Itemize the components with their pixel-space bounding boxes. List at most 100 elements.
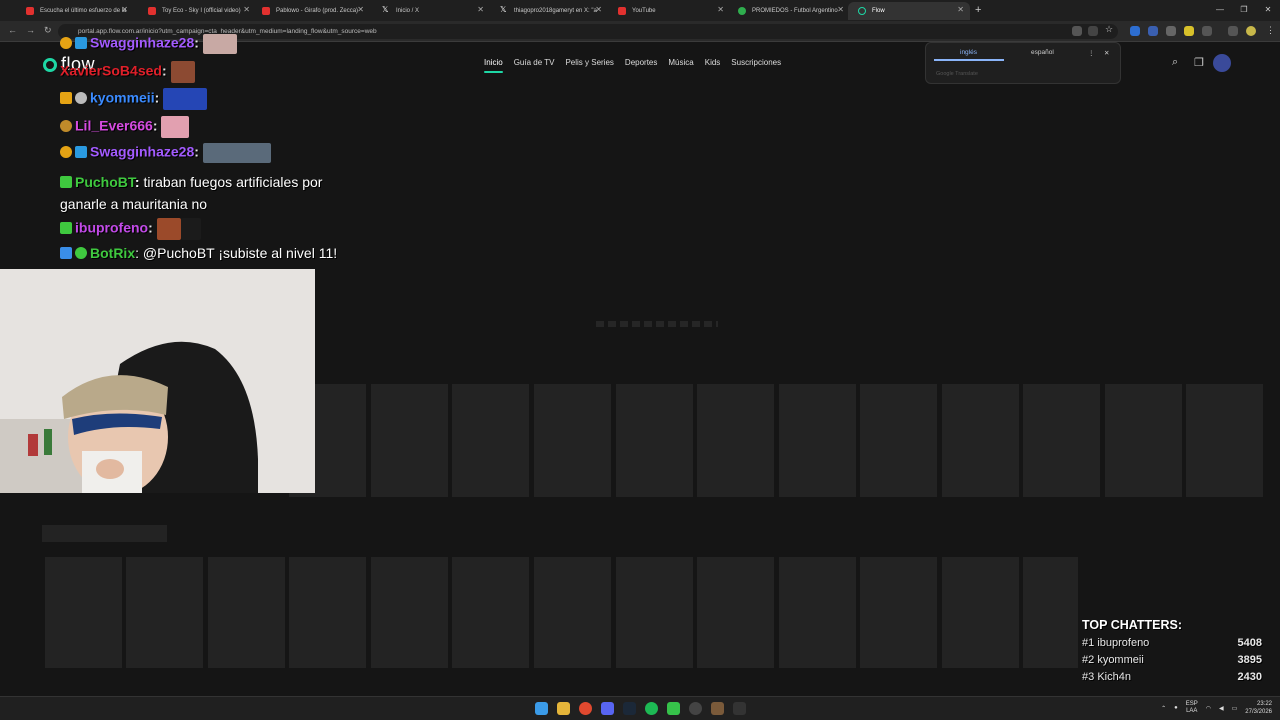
flow-main-nav: Inicio Guía de TV Pelis y Series Deporte… [484, 58, 781, 73]
browser-tab[interactable]: Pablowo - Girafo (prod. Zecca) ✕ [252, 2, 370, 20]
nav-inicio[interactable]: Inicio [484, 58, 503, 73]
card-skeleton [452, 557, 529, 668]
obs-icon[interactable] [689, 702, 702, 715]
close-tab-icon[interactable]: ✕ [957, 5, 964, 14]
moderator-badge-icon [75, 91, 87, 104]
translate-target-lang[interactable]: español [1031, 49, 1054, 56]
extensions-puzzle-icon[interactable] [1202, 26, 1212, 36]
gem-badge-icon [75, 145, 87, 158]
sidebar-icon[interactable] [1228, 26, 1238, 36]
webcam-feed [0, 269, 315, 493]
forward-icon[interactable]: → [26, 25, 35, 35]
nav-suscripciones[interactable]: Suscripciones [731, 58, 781, 73]
browser-tab[interactable]: 𝕏 Inicio / X ✕ [372, 2, 490, 20]
gem-badge-icon [75, 36, 87, 49]
eye-off-icon[interactable] [1088, 26, 1098, 36]
close-tab-icon[interactable]: ✕ [357, 5, 364, 14]
sub-badge-icon [60, 36, 72, 49]
close-tab-icon[interactable]: ✕ [837, 5, 844, 14]
chat-message: XavierSoB4sed: [60, 61, 195, 83]
nav-deportes[interactable]: Deportes [625, 58, 657, 73]
card-skeleton [371, 384, 448, 497]
nav-musica[interactable]: Música [668, 58, 693, 73]
chat-username: XavierSoB4sed [60, 62, 162, 79]
close-tab-icon[interactable]: ✕ [121, 5, 128, 14]
app-icon[interactable] [711, 702, 724, 715]
nav-pelis-series[interactable]: Pelis y Series [565, 58, 613, 73]
steam-icon[interactable] [623, 702, 636, 715]
browser-tab[interactable]: Escucha el último esfuerzo de la ✕ [16, 2, 134, 20]
browser-tab-active[interactable]: Flow ✕ [848, 2, 970, 20]
translate-active-underline [934, 59, 1004, 61]
chat-message: Swagginhaze28: [60, 34, 237, 54]
windows-taskbar: ⌃ ● ESP LAA ◠ ◀ ▭ 23:22 27/3/2026 [0, 696, 1280, 720]
kick-icon[interactable] [667, 702, 680, 715]
search-icon[interactable]: ⌕ [1172, 56, 1178, 69]
chat-username: ibuprofeno [75, 219, 149, 236]
browser-menu-icon[interactable]: ⋮ [1266, 25, 1275, 36]
browser-tab[interactable]: Toy Eco - Sky I (official video) ✕ [138, 2, 256, 20]
bookmark-star-icon[interactable]: ☆ [1105, 24, 1113, 35]
nav-guia-tv[interactable]: Guía de TV [514, 58, 555, 73]
close-tab-icon[interactable]: ✕ [477, 5, 484, 14]
crown-badge-icon [60, 91, 72, 104]
card-skeleton [942, 557, 1019, 668]
card-skeleton [208, 557, 285, 668]
back-icon[interactable]: ← [8, 25, 17, 35]
window-controls: — ❐ ✕ [1208, 0, 1280, 21]
browser-tab[interactable]: YouTube ✕ [608, 2, 730, 20]
chat-username: kyommeii [90, 89, 155, 106]
top-chatter-row: #1 ibuprofeno 5408 [1082, 637, 1262, 649]
file-explorer-icon[interactable] [557, 702, 570, 715]
close-tab-icon[interactable]: ✕ [595, 5, 602, 14]
translate-more-icon[interactable]: ⋮ [1088, 49, 1095, 57]
chat-username: BotRix [90, 245, 136, 261]
browser-tab[interactable]: PROMIEDOS - Futbol Argentino ✕ [728, 2, 850, 20]
reload-icon[interactable]: ↻ [44, 25, 52, 36]
maximize-icon[interactable]: ❐ [1232, 0, 1256, 21]
input-language[interactable]: ESP LAA [1186, 701, 1198, 715]
close-tab-icon[interactable]: ✕ [243, 5, 250, 14]
app-icon[interactable] [733, 702, 746, 715]
extension-icon[interactable] [1166, 26, 1176, 36]
clover-badge-icon [60, 221, 72, 234]
devices-icon[interactable]: ❐ [1194, 56, 1204, 69]
card-skeleton [697, 557, 774, 668]
spotify-icon[interactable] [645, 702, 658, 715]
battery-icon[interactable]: ▭ [1232, 705, 1238, 712]
card-skeleton [779, 384, 856, 497]
discord-icon[interactable] [601, 702, 614, 715]
new-tab-icon[interactable]: + [975, 4, 981, 16]
emote-image [161, 116, 190, 138]
network-icon[interactable]: ◠ [1206, 705, 1211, 712]
extension-icon[interactable] [1148, 26, 1158, 36]
translate-source-lang[interactable]: inglés [960, 49, 977, 56]
promiedos-icon [738, 7, 746, 15]
verified-badge-icon [75, 247, 87, 259]
close-tab-icon[interactable]: ✕ [717, 5, 724, 14]
user-avatar[interactable] [1213, 54, 1231, 72]
nav-kids[interactable]: Kids [705, 58, 721, 73]
volume-icon[interactable]: ◀ [1219, 705, 1224, 712]
translate-close-icon[interactable]: ✕ [1104, 49, 1109, 57]
start-menu-icon[interactable] [535, 702, 548, 715]
chrome-icon[interactable] [579, 702, 592, 715]
card-skeleton [860, 384, 937, 497]
microphone-icon[interactable]: ● [1174, 705, 1178, 711]
chat-username: PuchoBT [75, 174, 135, 190]
extension-icon[interactable] [1184, 26, 1194, 36]
minimize-icon[interactable]: — [1208, 0, 1232, 21]
browser-tab[interactable]: 𝕏thiagopro2018gameryt en X: "a ✕ [490, 2, 608, 20]
card-skeleton [126, 557, 203, 668]
card-skeleton [1186, 384, 1263, 497]
loading-placeholder [596, 321, 718, 327]
profile-avatar-icon[interactable] [1246, 26, 1256, 36]
emote-image [202, 143, 271, 163]
tray-chevron-icon[interactable]: ⌃ [1161, 705, 1166, 712]
card-skeleton [942, 384, 1019, 497]
tab-favicon-icon [26, 7, 34, 15]
extension-icon[interactable] [1130, 26, 1140, 36]
clock[interactable]: 23:22 27/3/2026 [1245, 700, 1272, 716]
close-window-icon[interactable]: ✕ [1256, 0, 1280, 21]
translate-icon[interactable] [1072, 26, 1082, 36]
